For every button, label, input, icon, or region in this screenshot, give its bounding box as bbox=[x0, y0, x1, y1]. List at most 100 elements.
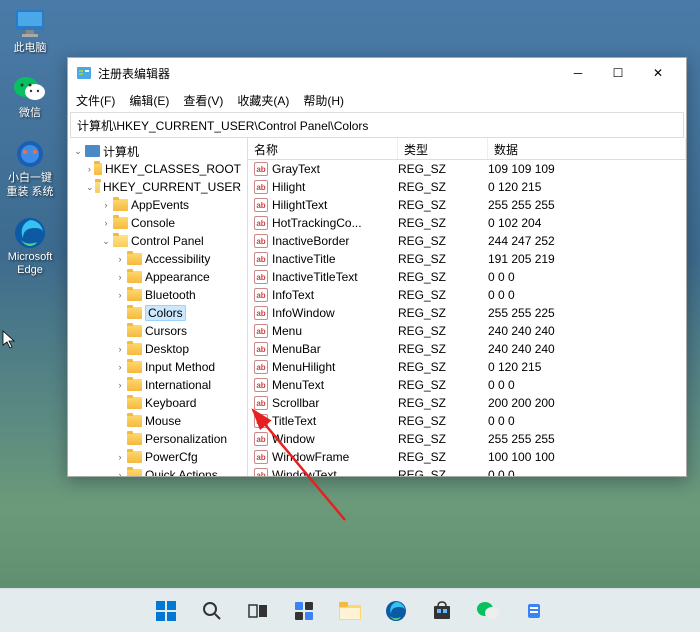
address-bar[interactable]: 计算机\HKEY_CURRENT_USER\Control Panel\Colo… bbox=[70, 112, 684, 138]
maximize-button[interactable]: ☐ bbox=[598, 59, 638, 87]
tree-item[interactable]: Colors bbox=[70, 304, 245, 322]
taskview-button[interactable] bbox=[239, 592, 277, 630]
desktop-icon-pc[interactable]: 此电脑 bbox=[4, 8, 56, 55]
assistant-button[interactable] bbox=[515, 592, 553, 630]
tree-panel[interactable]: ⌄计算机›HKEY_CLASSES_ROOT⌄HKEY_CURRENT_USER… bbox=[68, 138, 248, 476]
column-data[interactable]: 数据 bbox=[488, 138, 686, 159]
chevron-down-icon[interactable]: ⌄ bbox=[86, 181, 94, 193]
chevron-right-icon[interactable]: › bbox=[100, 199, 112, 211]
start-button[interactable] bbox=[147, 592, 185, 630]
tree-item[interactable]: ⌄HKEY_CURRENT_USER bbox=[70, 178, 245, 196]
value-type: REG_SZ bbox=[398, 378, 488, 392]
string-value-icon: ab bbox=[254, 414, 268, 428]
chevron-right-icon[interactable]: › bbox=[114, 379, 126, 391]
chevron-right-icon[interactable]: › bbox=[100, 217, 112, 229]
value-type: REG_SZ bbox=[398, 180, 488, 194]
chevron-down-icon[interactable]: ⌄ bbox=[100, 235, 112, 247]
column-name[interactable]: 名称 bbox=[248, 138, 398, 159]
tree-item[interactable]: ›AppEvents bbox=[70, 196, 245, 214]
value-data: 244 247 252 bbox=[488, 234, 686, 248]
tree-item[interactable]: ⌄计算机 bbox=[70, 142, 245, 160]
titlebar[interactable]: 注册表编辑器 ─ ☐ ✕ bbox=[68, 58, 686, 88]
search-button[interactable] bbox=[193, 592, 231, 630]
value-name: Hilight bbox=[272, 180, 305, 194]
folder-icon bbox=[113, 235, 128, 247]
registry-value-row[interactable]: abInactiveTitleTextREG_SZ0 0 0 bbox=[248, 268, 686, 286]
menu-edit[interactable]: 编辑(E) bbox=[129, 92, 169, 109]
value-data: 0 120 215 bbox=[488, 360, 686, 374]
registry-value-row[interactable]: abInfoWindowREG_SZ255 255 225 bbox=[248, 304, 686, 322]
tree-item[interactable]: ›International bbox=[70, 376, 245, 394]
registry-value-row[interactable]: ab Hilight REG_SZ0 120 215 bbox=[248, 178, 686, 196]
registry-value-row[interactable]: abMenuHilightREG_SZ0 120 215 bbox=[248, 358, 686, 376]
computer-icon bbox=[85, 145, 100, 157]
chevron-right-icon[interactable]: › bbox=[114, 451, 126, 463]
close-button[interactable]: ✕ bbox=[638, 59, 678, 87]
chevron-right-icon[interactable]: › bbox=[114, 343, 126, 355]
tree-item[interactable]: ›Desktop bbox=[70, 340, 245, 358]
registry-value-row[interactable]: abWindowFrameREG_SZ100 100 100 bbox=[248, 448, 686, 466]
desktop-icon-wechat[interactable]: 微信 bbox=[4, 73, 56, 120]
registry-value-row[interactable]: abGrayTextREG_SZ109 109 109 bbox=[248, 160, 686, 178]
menu-view[interactable]: 查看(V) bbox=[183, 92, 223, 109]
menu-help[interactable]: 帮助(H) bbox=[303, 92, 344, 109]
desktop-icon-xiaobai[interactable]: 小白一键重装 系统 bbox=[4, 138, 56, 198]
list-panel[interactable]: 名称 类型 数据 abGrayTextREG_SZ109 109 109abHi… bbox=[248, 138, 686, 476]
tree-item[interactable]: ›Quick Actions bbox=[70, 466, 245, 476]
value-name: InactiveBorder bbox=[272, 234, 349, 248]
chevron-right-icon[interactable]: › bbox=[114, 469, 126, 476]
edge-taskbar-button[interactable] bbox=[377, 592, 415, 630]
registry-value-row[interactable]: abTitleTextREG_SZ0 0 0 bbox=[248, 412, 686, 430]
value-data: 0 120 215 bbox=[488, 180, 686, 194]
registry-value-row[interactable]: abHotTrackingCo...REG_SZ0 102 204 bbox=[248, 214, 686, 232]
registry-value-row[interactable]: abWindowREG_SZ255 255 255 bbox=[248, 430, 686, 448]
menu-file[interactable]: 文件(F) bbox=[76, 92, 115, 109]
registry-value-row[interactable]: abInactiveTitleREG_SZ191 205 219 bbox=[248, 250, 686, 268]
tree-item[interactable]: › Accessibility bbox=[70, 250, 245, 268]
store-button[interactable] bbox=[423, 592, 461, 630]
string-value-icon: ab bbox=[254, 180, 268, 194]
value-data: 255 255 255 bbox=[488, 432, 686, 446]
desktop-icon-edge[interactable]: Microsoft Edge bbox=[4, 217, 56, 277]
tree-item[interactable]: ›Appearance bbox=[70, 268, 245, 286]
explorer-button[interactable] bbox=[331, 592, 369, 630]
tree-item[interactable]: ›Bluetooth bbox=[70, 286, 245, 304]
column-type[interactable]: 类型 bbox=[398, 138, 488, 159]
chevron-right-icon[interactable]: › bbox=[86, 163, 93, 175]
chevron-right-icon[interactable]: › bbox=[114, 361, 126, 373]
expander-none bbox=[114, 325, 126, 337]
tree-item[interactable]: ⌄Control Panel bbox=[70, 232, 245, 250]
registry-value-row[interactable]: abMenuBarREG_SZ240 240 240 bbox=[248, 340, 686, 358]
registry-value-row[interactable]: abMenuTextREG_SZ0 0 0 bbox=[248, 376, 686, 394]
value-name: InactiveTitleText bbox=[272, 270, 358, 284]
registry-value-row[interactable]: abScrollbarREG_SZ200 200 200 bbox=[248, 394, 686, 412]
tree-label: Accessibility bbox=[145, 252, 210, 266]
widgets-button[interactable] bbox=[285, 592, 323, 630]
tree-item[interactable]: ›Input Method bbox=[70, 358, 245, 376]
chevron-right-icon[interactable]: › bbox=[114, 253, 126, 265]
registry-value-row[interactable]: abInfoTextREG_SZ0 0 0 bbox=[248, 286, 686, 304]
tree-item[interactable]: Keyboard bbox=[70, 394, 245, 412]
tree-item[interactable]: Mouse bbox=[70, 412, 245, 430]
tree-item[interactable]: Cursors bbox=[70, 322, 245, 340]
tree-item[interactable]: Personalization bbox=[70, 430, 245, 448]
value-type: REG_SZ bbox=[398, 306, 488, 320]
chevron-right-icon[interactable]: › bbox=[114, 289, 126, 301]
value-data: 0 0 0 bbox=[488, 468, 686, 476]
chevron-right-icon[interactable]: › bbox=[114, 271, 126, 283]
list-header[interactable]: 名称 类型 数据 bbox=[248, 138, 686, 160]
minimize-button[interactable]: ─ bbox=[558, 59, 598, 87]
registry-value-row[interactable]: abWindowTextREG_SZ0 0 0 bbox=[248, 466, 686, 476]
value-name: InactiveTitle bbox=[272, 252, 336, 266]
wechat-taskbar-button[interactable] bbox=[469, 592, 507, 630]
tree-item[interactable]: ›HKEY_CLASSES_ROOT bbox=[70, 160, 245, 178]
chevron-down-icon[interactable]: ⌄ bbox=[72, 145, 84, 157]
tree-item[interactable]: › PowerCfg bbox=[70, 448, 245, 466]
registry-value-row[interactable]: abHilightTextREG_SZ255 255 255 bbox=[248, 196, 686, 214]
registry-value-row[interactable]: abMenuREG_SZ240 240 240 bbox=[248, 322, 686, 340]
registry-value-row[interactable]: abInactiveBorderREG_SZ244 247 252 bbox=[248, 232, 686, 250]
tree-item[interactable]: ›Console bbox=[70, 214, 245, 232]
menu-favorites[interactable]: 收藏夹(A) bbox=[237, 92, 289, 109]
value-data: 0 0 0 bbox=[488, 414, 686, 428]
tree-label: PowerCfg bbox=[145, 450, 198, 464]
